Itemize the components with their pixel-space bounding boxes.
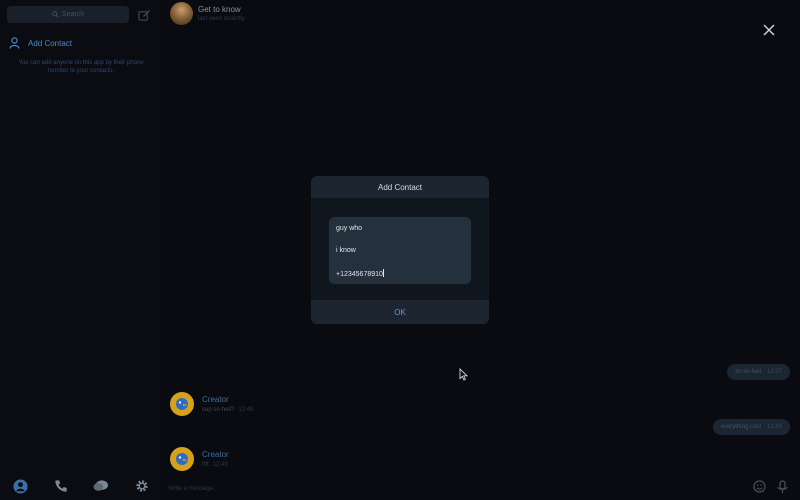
mic-icon[interactable] <box>777 480 788 494</box>
profile-icon <box>13 478 28 494</box>
contact-form: guy who i know +12345678910 <box>329 217 471 284</box>
add-contact-item[interactable]: Add Contact <box>9 36 72 50</box>
chat-status: last seen recently <box>198 16 245 22</box>
message-text: sup sn-hell? <box>202 407 235 413</box>
chat-title: Get to know <box>198 5 241 14</box>
message-time: 12:49 <box>238 407 254 413</box>
bottom-nav <box>0 472 162 500</box>
search-icon <box>52 11 59 18</box>
avatar[interactable] <box>170 392 194 416</box>
message-time: 12:27 <box>766 369 782 375</box>
phone-field[interactable]: +12345678910 <box>336 269 384 278</box>
search-input[interactable]: Search <box>7 6 129 23</box>
text-caret <box>382 269 384 277</box>
bird-icon <box>176 398 188 410</box>
settings-icon <box>136 480 148 492</box>
outgoing-message[interactable]: sn sn-hell 12:27 <box>727 364 790 380</box>
emoji-icon[interactable] <box>753 480 766 493</box>
nav-chats[interactable] <box>93 479 109 493</box>
message-text: !!!! <box>202 462 209 468</box>
person-icon <box>9 37 20 49</box>
nav-calls[interactable] <box>54 479 68 493</box>
avatar[interactable] <box>170 2 193 25</box>
chat-header[interactable]: Get to know last seen recently <box>170 2 245 25</box>
first-name-field[interactable]: guy who <box>336 225 362 232</box>
phone-value: +12345678910 <box>336 271 383 278</box>
phone-icon <box>54 480 67 492</box>
message-text: everything cool <box>720 424 761 430</box>
dialog-title: Add Contact <box>311 176 489 198</box>
message-author: Creator <box>202 395 229 404</box>
mouse-cursor-icon <box>459 368 468 381</box>
close-icon[interactable] <box>763 24 775 36</box>
message-text-row: !!!! 12:49 <box>202 462 229 468</box>
compose-icon[interactable] <box>138 9 151 22</box>
sidebar: Search Add Contact You can add anyone on… <box>0 0 162 500</box>
chats-icon <box>93 480 109 491</box>
nav-settings[interactable] <box>135 479 149 493</box>
add-contact-label: Add Contact <box>28 38 73 48</box>
add-contact-hint: You can add anyone on this app by their … <box>18 60 144 74</box>
message-time: 12:48 <box>766 424 782 430</box>
nav-profile[interactable] <box>13 478 28 494</box>
message-time: 12:49 <box>212 462 228 468</box>
add-contact-dialog: Add Contact guy who i know +12345678910 … <box>311 176 489 324</box>
search-placeholder: Search <box>61 11 85 18</box>
message-text: sn sn-hell <box>735 369 761 375</box>
avatar[interactable] <box>170 447 194 471</box>
outgoing-message[interactable]: everything cool 12:48 <box>712 419 790 435</box>
list-item[interactable]: Creator sup sn-hell? 12:49 <box>170 392 253 416</box>
list-item[interactable]: Creator !!!! 12:49 <box>170 447 229 471</box>
ok-button[interactable]: OK <box>311 300 489 324</box>
last-name-field[interactable]: i know <box>336 247 356 254</box>
message-input[interactable]: Write a message... <box>168 486 218 492</box>
message-author: Creator <box>202 450 229 459</box>
message-text-row: sup sn-hell? 12:49 <box>202 407 253 413</box>
bird-icon <box>176 453 188 465</box>
